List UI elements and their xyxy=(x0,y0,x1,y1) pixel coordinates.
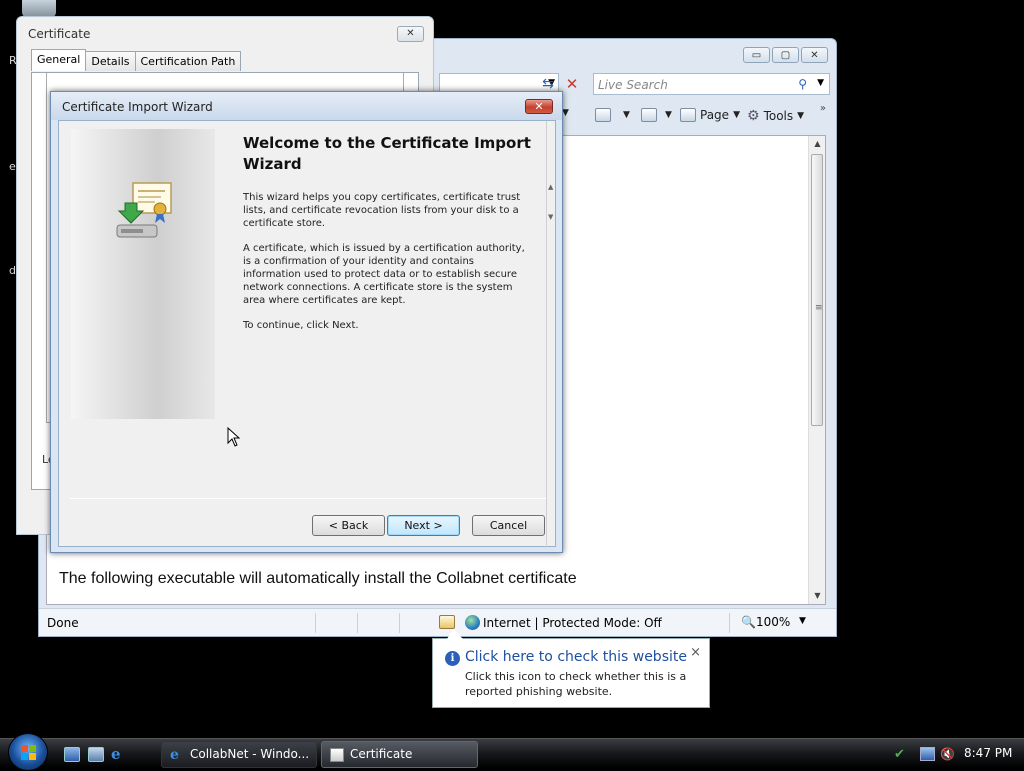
status-divider xyxy=(357,613,358,633)
feeds-button[interactable]: ▼ xyxy=(595,108,630,122)
taskbar: e e CollabNet - Windo... Certificate ✔ 🔇… xyxy=(0,733,1024,771)
clock[interactable]: 8:47 PM xyxy=(964,746,1012,760)
taskbar-item-label: Certificate xyxy=(350,747,413,761)
close-button[interactable]: ✕ xyxy=(525,99,553,114)
tab-details[interactable]: Details xyxy=(85,51,136,71)
certificate-icon xyxy=(330,748,344,762)
page-body-text: The following executable will automatica… xyxy=(59,570,577,587)
switch-windows-icon[interactable] xyxy=(88,747,104,762)
taskbar-item-collabnet[interactable]: e CollabNet - Windo... xyxy=(161,741,317,768)
internet-explorer-icon: e xyxy=(170,747,179,763)
scroll-down-arrow: ▼ xyxy=(548,213,554,221)
back-button[interactable]: < Back xyxy=(312,515,385,536)
close-button[interactable]: ✕ xyxy=(397,26,424,42)
tools-menu[interactable]: ⚙ Tools ▼ xyxy=(747,108,804,124)
zoom-icon: 🔍 xyxy=(741,615,756,629)
phishing-filter-icon[interactable] xyxy=(439,615,455,629)
system-tray: ✔ 🔇 8:47 PM xyxy=(888,739,1024,769)
next-button[interactable]: Next > xyxy=(387,515,460,536)
wizard-heading: Welcome to the Certificate Import Wizard xyxy=(243,134,531,173)
mouse-cursor-icon xyxy=(227,427,241,447)
security-center-icon[interactable]: ✔ xyxy=(894,747,909,762)
rss-feed-icon xyxy=(595,108,611,122)
close-icon[interactable]: × xyxy=(690,645,701,660)
tab-general[interactable]: General xyxy=(31,49,87,71)
page-icon xyxy=(680,108,696,122)
chevron-down-icon[interactable]: ▼ xyxy=(799,616,806,626)
minimize-button[interactable]: ▭ xyxy=(743,47,770,63)
start-button[interactable] xyxy=(8,733,48,771)
show-desktop-icon[interactable] xyxy=(64,747,80,762)
taskbar-item-certificate[interactable]: Certificate xyxy=(321,741,478,768)
wizard-description-text: A certificate, which is issued by a cert… xyxy=(243,243,525,306)
vertical-scrollbar[interactable]: ▲ ≡ ▼ xyxy=(808,136,825,604)
phishing-filter-balloon[interactable]: i Click here to check this website × Cli… xyxy=(432,629,710,708)
globe-icon xyxy=(465,615,480,630)
scroll-down-arrow[interactable]: ▼ xyxy=(809,588,826,604)
network-icon[interactable] xyxy=(920,747,935,761)
status-divider xyxy=(315,613,316,633)
chevron-down-icon[interactable]: ▼ xyxy=(817,78,824,88)
tools-menu-label: Tools xyxy=(763,109,794,123)
gear-icon: ⚙ xyxy=(747,108,760,124)
title-bar: Certificate Import Wizard ✕ xyxy=(51,92,562,120)
status-divider xyxy=(729,613,730,633)
status-bar: Done Internet | Protected Mode: Off 🔍100… xyxy=(39,608,836,636)
wizard-intro-text: This wizard helps you copy certificates,… xyxy=(243,192,521,229)
balloon-title[interactable]: Click here to check this website xyxy=(465,649,687,665)
tab-bar: General Details Certification Path xyxy=(31,49,242,71)
security-zone[interactable]: Internet | Protected Mode: Off xyxy=(483,616,662,630)
internet-explorer-icon[interactable]: e xyxy=(111,747,127,762)
wizard-continue-text: To continue, click Next. xyxy=(243,320,359,331)
window-controls: ▭ ▢ ✕ xyxy=(743,47,828,63)
windows-logo-icon xyxy=(21,745,36,760)
wizard-scrollbar: ▲ ▼ xyxy=(546,121,556,548)
maximize-button[interactable]: ▢ xyxy=(772,47,799,63)
search-icon[interactable]: ⚲ xyxy=(798,77,807,91)
wizard-body: Welcome to the Certificate Import Wizard… xyxy=(58,120,556,548)
wizard-side-panel xyxy=(71,129,215,419)
status-divider xyxy=(399,613,400,633)
chevron-right-icon[interactable]: » xyxy=(820,103,826,114)
balloon-tail xyxy=(447,629,463,639)
page-menu[interactable]: Page ▼ xyxy=(680,108,740,122)
divider xyxy=(70,498,546,499)
status-text: Done xyxy=(47,616,79,630)
zoom-level[interactable]: 🔍100% xyxy=(741,615,790,629)
desktop-label-fragment[interactable]: d xyxy=(9,264,16,277)
print-button[interactable]: ▼ xyxy=(641,108,672,122)
certificate-import-wizard: Certificate Import Wizard ✕ Welcome to t… xyxy=(50,91,563,553)
volume-muted-icon[interactable]: 🔇 xyxy=(940,747,955,761)
desktop-label-fragment[interactable]: e xyxy=(9,160,16,173)
balloon-text: Click this icon to check whether this is… xyxy=(465,670,687,698)
search-input[interactable]: Live Search ⚲ ▼ xyxy=(593,73,830,95)
scroll-thumb[interactable]: ≡ xyxy=(811,154,823,426)
window-title: Certificate xyxy=(28,27,91,41)
printer-icon xyxy=(641,108,657,122)
tab-certification-path[interactable]: Certification Path xyxy=(134,51,242,71)
stop-icon[interactable]: ✕ xyxy=(561,73,583,95)
scroll-up-arrow: ▲ xyxy=(548,183,554,191)
search-placeholder: Live Search xyxy=(598,78,668,92)
certificate-import-icon xyxy=(116,182,172,238)
dialog-title: Certificate Import Wizard xyxy=(62,100,213,114)
close-button[interactable]: ✕ xyxy=(801,47,828,63)
zoom-value: 100% xyxy=(755,615,791,629)
info-icon: i xyxy=(445,651,460,666)
taskbar-item-label: CollabNet - Windo... xyxy=(190,747,310,761)
cancel-button[interactable]: Cancel xyxy=(472,515,545,536)
page-menu-label: Page xyxy=(700,108,730,122)
scroll-up-arrow[interactable]: ▲ xyxy=(809,136,826,152)
home-dropdown[interactable]: ▼ xyxy=(562,108,569,118)
